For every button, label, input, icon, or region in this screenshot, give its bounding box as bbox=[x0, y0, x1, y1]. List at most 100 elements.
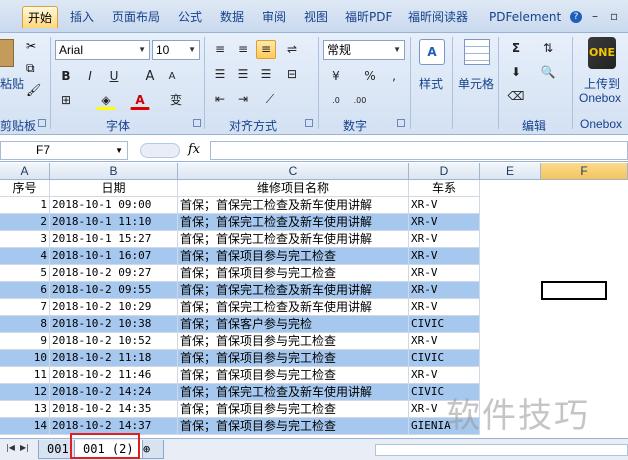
insert-function-icon[interactable]: fx bbox=[188, 142, 200, 157]
font-launcher-icon[interactable] bbox=[193, 119, 201, 127]
paste-button-label[interactable]: 粘贴 bbox=[0, 75, 24, 92]
alignment-launcher-icon[interactable] bbox=[305, 119, 313, 127]
underline-button[interactable]: U bbox=[104, 67, 124, 86]
number-format-dropdown[interactable]: 常规 ▼ bbox=[323, 40, 405, 60]
cell-date[interactable]: 2018-10-2 14:37 bbox=[50, 418, 178, 434]
cell-date[interactable]: 2018-10-2 10:38 bbox=[50, 316, 178, 332]
align-top-icon[interactable]: ≡ bbox=[210, 40, 230, 59]
orientation-icon[interactable]: ⟋ bbox=[260, 90, 280, 109]
tab-home[interactable]: 开始 bbox=[22, 6, 59, 28]
cell-index[interactable]: 11 bbox=[0, 367, 50, 383]
tab-foxit-reader[interactable]: 福昕阅读器 bbox=[408, 6, 468, 28]
bold-button[interactable]: B bbox=[56, 67, 76, 86]
upload-label[interactable]: 上传到 bbox=[584, 75, 620, 92]
clear-icon[interactable]: ⌫ bbox=[506, 87, 526, 106]
cell-index[interactable]: 9 bbox=[0, 333, 50, 349]
formula-input[interactable] bbox=[210, 141, 628, 160]
align-middle-icon[interactable]: ≡ bbox=[233, 40, 253, 59]
cell-item[interactable]: 首保；首保完工检查及新车使用讲解 bbox=[178, 197, 409, 213]
cell-index[interactable]: 13 bbox=[0, 401, 50, 417]
cells-icon[interactable] bbox=[464, 39, 490, 65]
cell-date[interactable]: 2018-10-2 14:24 bbox=[50, 384, 178, 400]
cell-model[interactable]: XR-V bbox=[409, 333, 480, 349]
shrink-font-button[interactable]: A bbox=[162, 67, 182, 86]
tab-formulas[interactable]: 公式 bbox=[178, 6, 202, 28]
number-launcher-icon[interactable] bbox=[397, 119, 405, 127]
column-header-b[interactable]: B bbox=[50, 163, 178, 180]
header-cell-item[interactable]: 维修项目名称 bbox=[178, 180, 409, 196]
tab-data[interactable]: 数据 bbox=[220, 6, 244, 28]
styles-icon[interactable]: A bbox=[419, 39, 445, 65]
horizontal-scrollbar[interactable] bbox=[375, 444, 628, 456]
cell-index[interactable]: 1 bbox=[0, 197, 50, 213]
tab-pdfelement[interactable]: PDFelement bbox=[489, 6, 561, 28]
header-cell-date[interactable]: 日期 bbox=[50, 180, 178, 196]
cell-index[interactable]: 12 bbox=[0, 384, 50, 400]
cell-model[interactable]: XR-V bbox=[409, 299, 480, 315]
cell-date[interactable]: 2018-10-1 15:27 bbox=[50, 231, 178, 247]
cell-model[interactable]: XR-V bbox=[409, 282, 480, 298]
phonetic-button[interactable]: 变 bbox=[166, 91, 186, 110]
cell-model[interactable]: XR-V bbox=[409, 214, 480, 230]
cell-index[interactable]: 2 bbox=[0, 214, 50, 230]
borders-button[interactable]: ⊞ bbox=[56, 91, 76, 110]
cell-date[interactable]: 2018-10-2 10:52 bbox=[50, 333, 178, 349]
font-name-dropdown[interactable]: Arial ▼ bbox=[55, 40, 150, 60]
comma-button[interactable]: , bbox=[384, 67, 404, 86]
column-header-d[interactable]: D bbox=[409, 163, 480, 180]
decrease-indent-icon[interactable]: ⇤ bbox=[210, 90, 230, 109]
first-sheet-icon[interactable]: |◀ bbox=[6, 443, 15, 452]
column-header-e[interactable]: E bbox=[480, 163, 541, 180]
cell-item[interactable]: 首保；首保完工检查及新车使用讲解 bbox=[178, 214, 409, 230]
sort-filter-icon[interactable]: ⇅ bbox=[538, 39, 558, 58]
header-cell-model[interactable]: 车系 bbox=[409, 180, 480, 196]
cell-index[interactable]: 8 bbox=[0, 316, 50, 332]
font-color-button[interactable]: A bbox=[130, 91, 150, 110]
formula-toggle[interactable] bbox=[140, 143, 180, 158]
percent-button[interactable]: % bbox=[360, 67, 380, 86]
cell-item[interactable]: 首保；首保完工检查及新车使用讲解 bbox=[178, 384, 409, 400]
cell-index[interactable]: 4 bbox=[0, 248, 50, 264]
autosum-button[interactable]: Σ bbox=[506, 39, 526, 58]
align-center-icon[interactable]: ☰ bbox=[233, 65, 253, 84]
paste-icon[interactable] bbox=[0, 39, 14, 67]
upload-sublabel[interactable]: Onebox bbox=[579, 91, 621, 105]
tab-page-layout[interactable]: 页面布局 bbox=[112, 6, 160, 28]
cell-index[interactable]: 14 bbox=[0, 418, 50, 434]
tab-foxit-pdf[interactable]: 福昕PDF bbox=[345, 6, 392, 28]
cell-item[interactable]: 首保；首保完工检查及新车使用讲解 bbox=[178, 299, 409, 315]
cells-button-label[interactable]: 单元格 bbox=[458, 75, 494, 92]
copy-icon[interactable]: ⧉ bbox=[26, 61, 35, 76]
cell-item[interactable]: 首保；首保项目参与完工检查 bbox=[178, 248, 409, 264]
align-right-icon[interactable]: ☰ bbox=[256, 65, 276, 84]
styles-button-label[interactable]: 样式 bbox=[419, 75, 443, 92]
cell-item[interactable]: 首保；首保项目参与完工检查 bbox=[178, 401, 409, 417]
insert-sheet-icon[interactable]: ⊕ bbox=[142, 440, 164, 459]
cell-model[interactable]: XR-V bbox=[409, 197, 480, 213]
help-icon[interactable]: ? bbox=[570, 11, 582, 23]
column-header-f[interactable]: F bbox=[541, 163, 628, 180]
cell-date[interactable]: 2018-10-2 11:46 bbox=[50, 367, 178, 383]
column-header-a[interactable]: A bbox=[0, 163, 50, 180]
align-left-icon[interactable]: ☰ bbox=[210, 65, 230, 84]
format-painter-icon[interactable]: 🖌 bbox=[26, 83, 41, 97]
grow-font-button[interactable]: A bbox=[140, 67, 160, 86]
currency-icon[interactable]: ¥ bbox=[326, 67, 346, 86]
font-size-dropdown[interactable]: 10 ▼ bbox=[152, 40, 200, 60]
cell-item[interactable]: 首保；首保项目参与完工检查 bbox=[178, 333, 409, 349]
cell-item[interactable]: 首保；首保项目参与完工检查 bbox=[178, 367, 409, 383]
active-cell-f7[interactable] bbox=[541, 281, 607, 300]
cell-item[interactable]: 首保；首保客户参与完检 bbox=[178, 316, 409, 332]
cell-date[interactable]: 2018-10-2 10:29 bbox=[50, 299, 178, 315]
cell-model[interactable]: XR-V bbox=[409, 231, 480, 247]
align-bottom-icon[interactable]: ≡ bbox=[256, 40, 276, 59]
cell-index[interactable]: 10 bbox=[0, 350, 50, 366]
cell-item[interactable]: 首保；首保完工检查及新车使用讲解 bbox=[178, 282, 409, 298]
cut-icon[interactable]: ✂ bbox=[26, 39, 36, 53]
tab-insert[interactable]: 插入 bbox=[70, 6, 94, 28]
increase-indent-icon[interactable]: ⇥ bbox=[233, 90, 253, 109]
tab-review[interactable]: 审阅 bbox=[262, 6, 286, 28]
cell-date[interactable]: 2018-10-2 09:27 bbox=[50, 265, 178, 281]
decrease-decimal-icon[interactable]: .00 bbox=[350, 91, 370, 110]
cell-item[interactable]: 首保；首保项目参与完工检查 bbox=[178, 350, 409, 366]
